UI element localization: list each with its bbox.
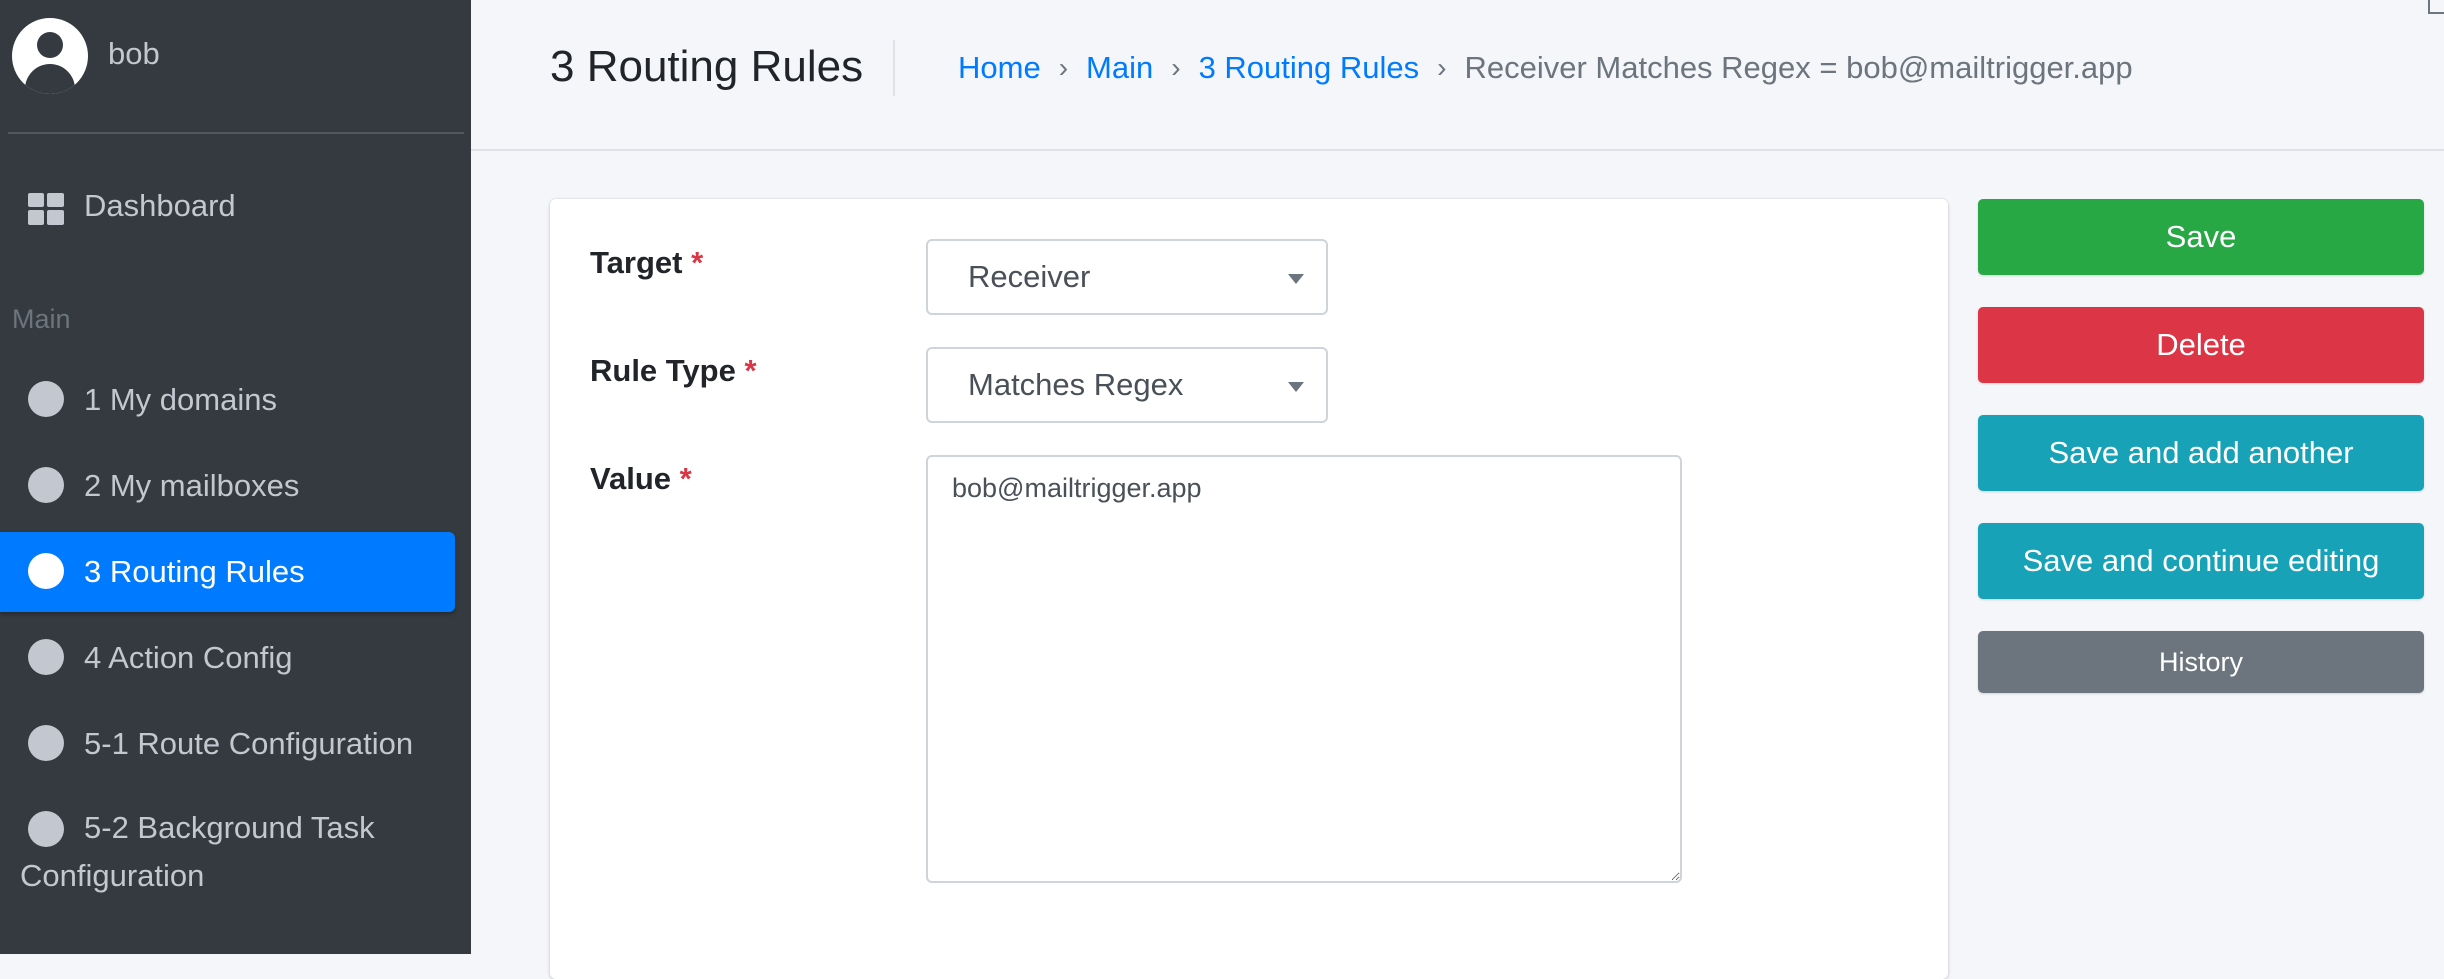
- circle-icon: [28, 725, 64, 761]
- breadcrumb-home-link[interactable]: Home: [958, 50, 1041, 86]
- circle-icon: [28, 381, 64, 417]
- user-circle-icon: [12, 18, 88, 94]
- sidebar-item-label: 5-2 Background Task: [84, 810, 375, 845]
- save-button[interactable]: Save: [1978, 199, 2424, 275]
- page-title: 3 Routing Rules: [550, 42, 864, 91]
- sidebar-item-routing-rules[interactable]: 3 Routing Rules: [0, 532, 455, 612]
- circle-icon: [28, 639, 64, 675]
- sidebar-item-label: 2 My mailboxes: [84, 468, 300, 503]
- delete-button[interactable]: Delete: [1978, 307, 2424, 383]
- save-and-add-another-button[interactable]: Save and add another: [1978, 415, 2424, 491]
- history-button[interactable]: History: [1978, 631, 2424, 693]
- title-divider: [893, 40, 895, 96]
- sidebar-item-label-continued: Configuration: [20, 858, 205, 893]
- rule-form-card: Target * Receiver Rule Type * Matches Re…: [550, 199, 1948, 979]
- sidebar-item-label: Dashboard: [84, 188, 236, 223]
- breadcrumb-separator: ›: [1437, 52, 1447, 83]
- content-header: 3 Routing Rules Home › Main › 3 Routing …: [471, 0, 2444, 151]
- rule-type-select[interactable]: Matches Regex: [926, 347, 1328, 423]
- breadcrumb: Home › Main › 3 Routing Rules › Receiver…: [958, 50, 2133, 86]
- breadcrumb-main-link[interactable]: Main: [1086, 50, 1153, 86]
- sidebar-item-route-configuration[interactable]: 5-1 Route Configuration: [0, 704, 455, 784]
- rule-type-select-value: Matches Regex: [968, 367, 1184, 402]
- required-marker: *: [679, 461, 692, 496]
- sidebar: bob Dashboard Main 1 My domains 2 My mai…: [0, 0, 471, 954]
- sidebar-item-dashboard[interactable]: Dashboard: [0, 166, 455, 246]
- sidebar-section-header: Main: [12, 304, 71, 334]
- chevron-down-icon: [1288, 274, 1304, 284]
- required-marker: *: [744, 353, 757, 388]
- circle-icon: [28, 553, 64, 589]
- value-label: Value *: [590, 461, 692, 496]
- sidebar-item-label: 1 My domains: [84, 382, 277, 417]
- corner-icon: [2428, 0, 2444, 14]
- target-label: Target *: [590, 245, 704, 280]
- value-textarea[interactable]: [926, 455, 1682, 883]
- sidebar-item-action-config[interactable]: 4 Action Config: [0, 618, 455, 698]
- circle-icon: [28, 811, 64, 847]
- required-marker: *: [691, 245, 704, 280]
- target-select[interactable]: Receiver: [926, 239, 1328, 315]
- save-and-continue-editing-button[interactable]: Save and continue editing: [1978, 523, 2424, 599]
- sidebar-item-label: 3 Routing Rules: [84, 554, 305, 589]
- breadcrumb-separator: ›: [1058, 52, 1069, 83]
- sidebar-item-my-domains[interactable]: 1 My domains: [0, 360, 455, 440]
- user-name: bob: [108, 36, 160, 71]
- breadcrumb-routing-rules-link[interactable]: 3 Routing Rules: [1199, 50, 1420, 86]
- breadcrumb-current: Receiver Matches Regex = bob@mailtrigger…: [1464, 50, 2133, 85]
- target-select-value: Receiver: [968, 259, 1091, 294]
- dashboard-grid-icon: [28, 193, 64, 225]
- chevron-down-icon: [1288, 382, 1304, 392]
- sidebar-item-my-mailboxes[interactable]: 2 My mailboxes: [0, 446, 455, 526]
- user-panel[interactable]: bob: [8, 0, 464, 134]
- rule-type-label: Rule Type *: [590, 353, 757, 388]
- circle-icon: [28, 467, 64, 503]
- sidebar-item-label: 5-1 Route Configuration: [84, 726, 414, 761]
- breadcrumb-separator: ›: [1171, 52, 1181, 83]
- sidebar-item-background-task-configuration[interactable]: 5-2 Background Task Configuration: [0, 800, 455, 900]
- sidebar-item-label: 4 Action Config: [84, 640, 293, 675]
